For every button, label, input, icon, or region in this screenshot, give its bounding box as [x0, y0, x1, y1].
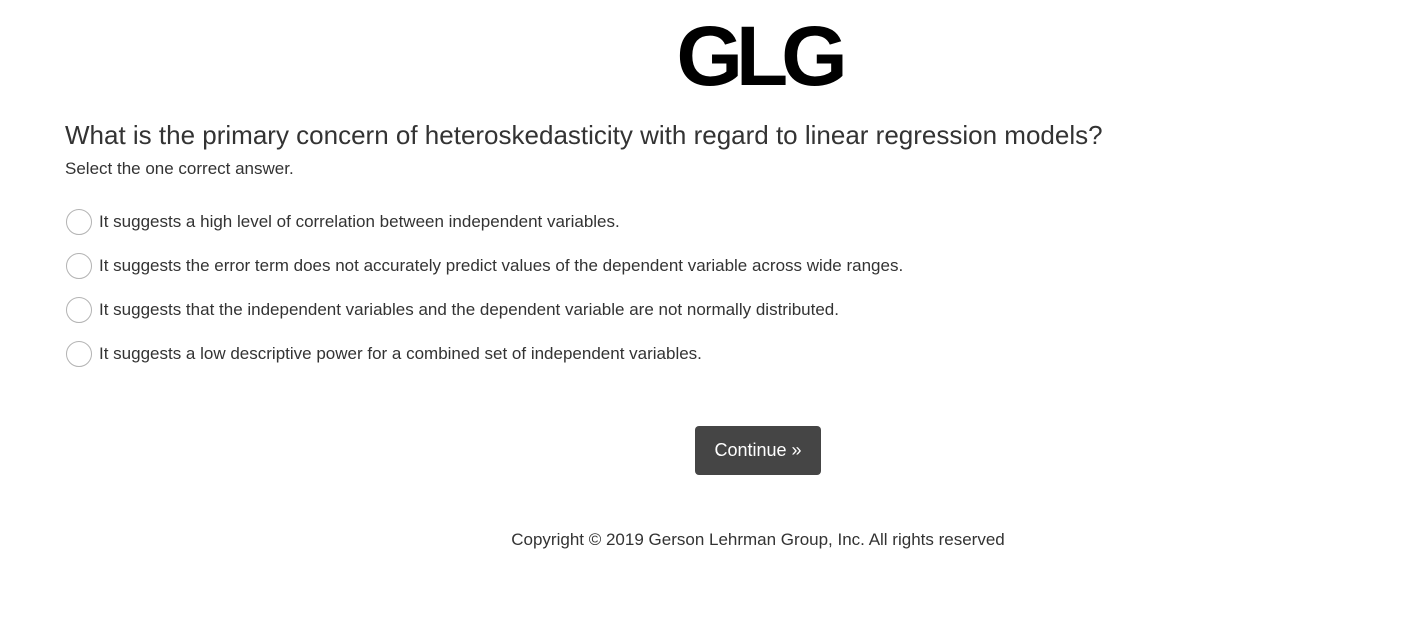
- question-instruction: Select the one correct answer.: [65, 159, 294, 178]
- answer-option-label[interactable]: It suggests a low descriptive power for …: [99, 343, 702, 365]
- answer-option-4[interactable]: It suggests a low descriptive power for …: [65, 339, 903, 369]
- radio-button[interactable]: [66, 209, 92, 235]
- logo-text: GLG: [675, 9, 847, 103]
- glg-logo: GLG: [674, 9, 847, 103]
- answer-options: It suggests a high level of correlation …: [65, 207, 903, 383]
- question-title: What is the primary concern of heteroske…: [65, 120, 1103, 150]
- radio-button[interactable]: [66, 253, 92, 279]
- answer-option-2[interactable]: It suggests the error term does not accu…: [65, 251, 903, 281]
- answer-option-label[interactable]: It suggests the error term does not accu…: [99, 255, 903, 277]
- radio-button[interactable]: [66, 297, 92, 323]
- answer-option-label[interactable]: It suggests that the independent variabl…: [99, 299, 839, 321]
- answer-option-1[interactable]: It suggests a high level of correlation …: [65, 207, 903, 237]
- answer-option-3[interactable]: It suggests that the independent variabl…: [65, 295, 903, 325]
- answer-option-label[interactable]: It suggests a high level of correlation …: [99, 211, 620, 233]
- copyright-footer: Copyright © 2019 Gerson Lehrman Group, I…: [511, 530, 1005, 549]
- radio-button[interactable]: [66, 341, 92, 367]
- continue-button[interactable]: Continue »: [695, 426, 821, 475]
